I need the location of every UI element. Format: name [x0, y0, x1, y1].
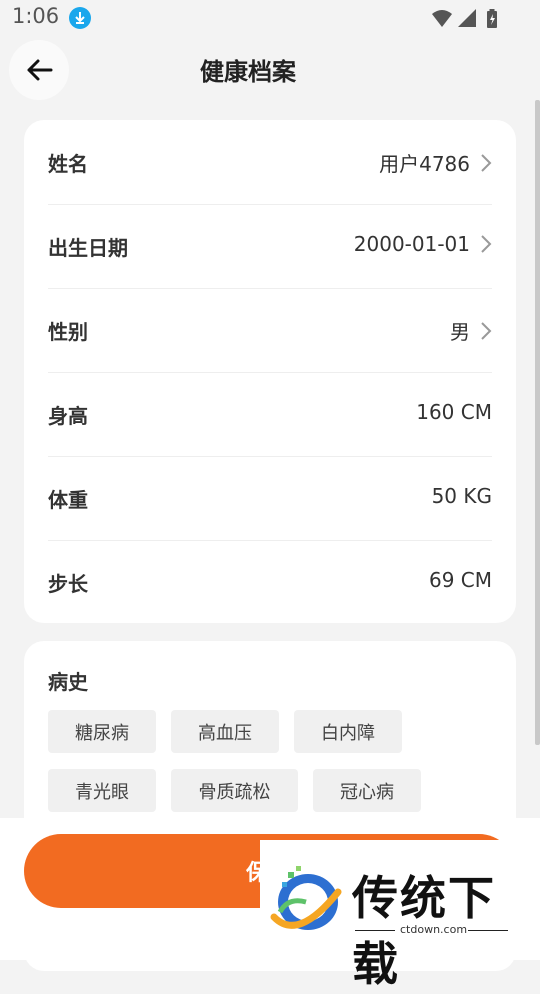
header: 健康档案 [0, 36, 540, 104]
row-step-length[interactable]: 步长 69 CM [48, 540, 492, 624]
page-title: 健康档案 [200, 58, 296, 86]
status-time: 1:06 [12, 4, 60, 28]
row-value-wrap: 用户4786 [379, 148, 492, 177]
history-tag-osteoporosis[interactable]: 骨质疏松 [171, 769, 298, 812]
watermark-line-right [468, 930, 508, 931]
row-label: 性别 [48, 320, 88, 344]
row-value: 用户4786 [379, 152, 470, 176]
chevron-right-icon [481, 153, 492, 172]
watermark-line-left [355, 930, 395, 931]
download-icon [69, 7, 91, 29]
row-value: 69 CM [428, 568, 492, 592]
row-value-wrap: 160 CM [416, 400, 492, 424]
history-tag-hypertension[interactable]: 高血压 [171, 710, 279, 753]
wifi-icon [432, 10, 452, 27]
row-value: 男 [450, 320, 470, 344]
watermark-url: ctdown.com [400, 923, 468, 936]
row-value-wrap: 50 KG [432, 484, 492, 508]
row-label: 身高 [48, 404, 88, 428]
profile-card: 姓名 用户4786 出生日期 2000-01-01 性别 男 身高 160 CM… [24, 120, 516, 623]
chevron-right-icon [481, 321, 492, 340]
row-label: 姓名 [48, 152, 88, 176]
watermark-logo [270, 866, 342, 930]
status-icons [430, 8, 500, 34]
chevron-right-icon [481, 235, 492, 253]
history-tag-diabetes[interactable]: 糖尿病 [48, 710, 156, 753]
status-bar: 1:06 [0, 0, 540, 36]
scrollbar[interactable] [535, 100, 540, 745]
row-weight[interactable]: 体重 50 KG [48, 456, 492, 541]
history-tag-glaucoma[interactable]: 青光眼 [48, 769, 156, 812]
history-title: 病史 [48, 670, 88, 694]
row-label: 体重 [48, 488, 88, 512]
row-height[interactable]: 身高 160 CM [48, 372, 492, 457]
row-name[interactable]: 姓名 用户4786 [48, 120, 492, 205]
signal-icon [458, 9, 476, 27]
row-label: 步长 [48, 572, 88, 596]
row-value: 50 KG [431, 484, 492, 508]
row-value-wrap: 2000-01-01 [354, 232, 492, 256]
row-gender[interactable]: 性别 男 [48, 288, 492, 373]
row-value: 2000-01-01 [353, 232, 470, 256]
row-value-wrap: 男 [450, 316, 492, 345]
row-label: 出生日期 [48, 236, 128, 260]
row-value-wrap: 69 CM [429, 568, 492, 592]
history-tag-cataract[interactable]: 白内障 [294, 710, 402, 753]
row-birthdate[interactable]: 出生日期 2000-01-01 [48, 204, 492, 289]
watermark: 传统下载 ctdown.com [260, 840, 540, 991]
history-tag-coronary[interactable]: 冠心病 [313, 769, 421, 812]
row-value: 160 CM [416, 400, 492, 424]
